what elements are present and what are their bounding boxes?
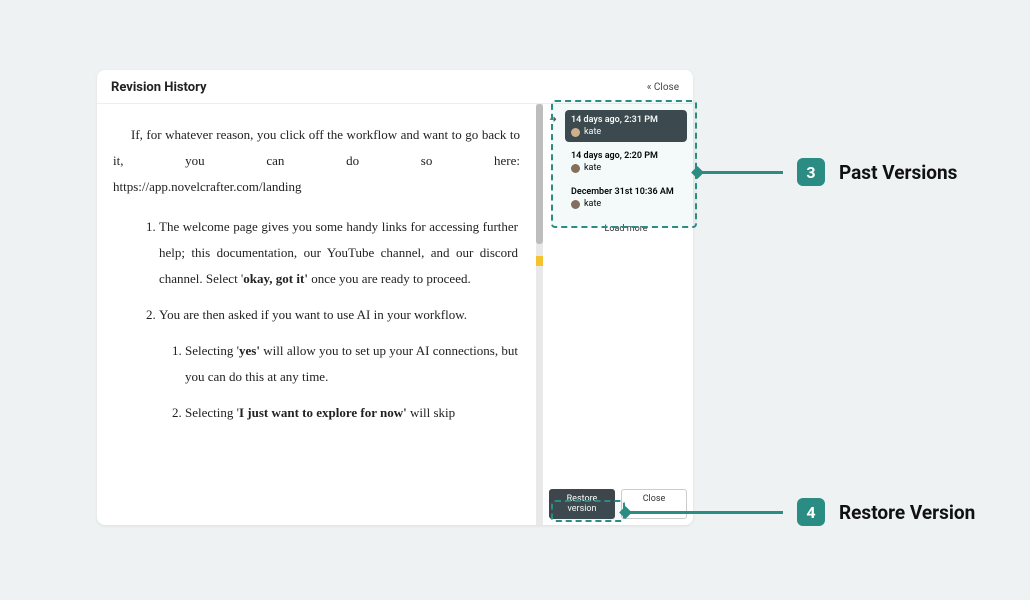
callout-badge: 3 [797, 158, 825, 186]
version-time: 14 days ago, 2:31 PM [571, 115, 681, 125]
window-header: Revision History « Close [97, 70, 693, 104]
window-body: If, for whatever reason, you click off t… [97, 104, 693, 525]
scrollbar-thumb[interactable] [536, 104, 543, 244]
window-title: Revision History [111, 80, 207, 95]
callout-label: Restore Version [839, 501, 975, 524]
version-user: kate [571, 199, 681, 209]
intro-url: https://app.novelcrafter.com/landing [113, 174, 520, 200]
document-content: If, for whatever reason, you click off t… [97, 104, 536, 525]
callout-line [625, 511, 783, 514]
scrollbar-track[interactable] [536, 104, 543, 525]
callout-badge: 4 [797, 498, 825, 526]
version-item[interactable]: 14 days ago, 2:20 PM kate [565, 146, 687, 178]
version-item-selected[interactable]: 14 days ago, 2:31 PM kate [565, 110, 687, 142]
sub-item-2: Selecting 'I just want to explore for no… [185, 400, 518, 426]
avatar-icon [571, 128, 580, 137]
intro-text-1: If, for whatever reason, you click off t… [113, 127, 520, 168]
version-list: 14 days ago, 2:31 PM kate 14 days ago, 2… [547, 110, 689, 240]
avatar-icon [571, 164, 580, 173]
callout-3: 3 Past Versions [697, 158, 957, 186]
version-item[interactable]: December 31st 10:36 AM kate [565, 182, 687, 214]
close-link[interactable]: « Close [647, 82, 679, 93]
main-ordered-list: The welcome page gives you some handy li… [113, 214, 520, 426]
callout-label: Past Versions [839, 161, 957, 184]
callout-line [697, 171, 783, 174]
sub-ordered-list: Selecting 'yes' will allow you to set up… [159, 338, 518, 426]
change-marker [536, 256, 543, 266]
versions-panel: ➜ 14 days ago, 2:31 PM kate 14 days ago,… [543, 104, 693, 525]
load-more-button[interactable]: Load more [565, 218, 687, 240]
list-item-2: You are then asked if you want to use AI… [159, 302, 520, 426]
version-user: kate [571, 163, 681, 173]
avatar-icon [571, 200, 580, 209]
sub-item-1: Selecting 'yes' will allow you to set up… [185, 338, 518, 390]
restore-version-button[interactable]: Restore version [549, 489, 615, 519]
version-time: 14 days ago, 2:20 PM [571, 151, 681, 161]
version-user: kate [571, 127, 681, 137]
callout-4: 4 Restore Version [625, 498, 975, 526]
revision-history-window: Revision History « Close If, for whateve… [97, 70, 693, 525]
intro-paragraph: If, for whatever reason, you click off t… [113, 122, 520, 200]
diamond-icon [691, 166, 704, 179]
list-item-1: The welcome page gives you some handy li… [159, 214, 520, 292]
version-time: December 31st 10:36 AM [571, 187, 681, 197]
expand-arrow-icon[interactable]: ➜ [547, 114, 559, 126]
